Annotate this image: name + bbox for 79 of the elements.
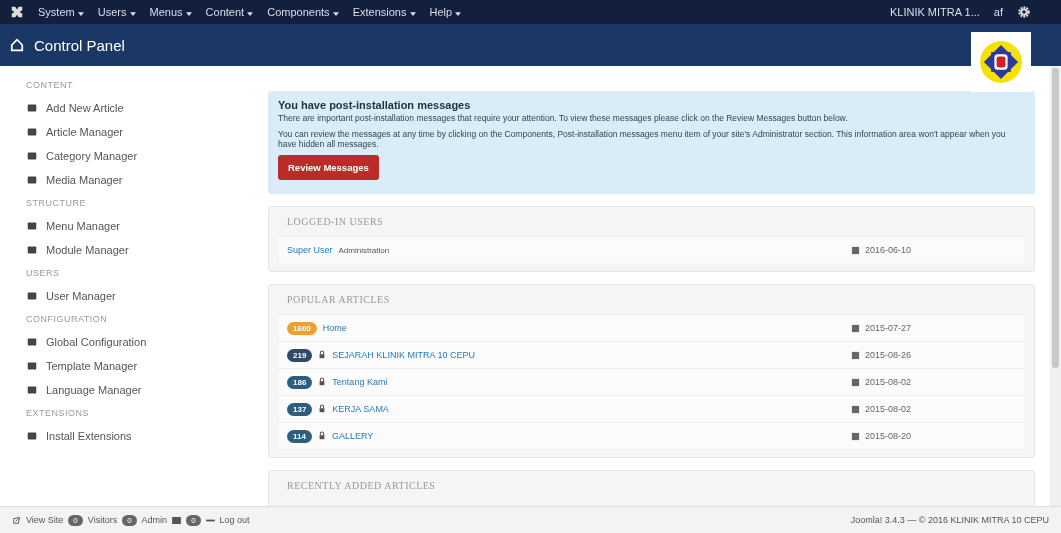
hits-badge: 137: [287, 402, 313, 416]
caret-icon: [129, 12, 136, 16]
article-link[interactable]: Tentang Kami: [332, 377, 388, 387]
hits-badge: 219: [287, 348, 313, 362]
envelope-icon: [172, 516, 182, 524]
caret-icon: [409, 12, 416, 16]
count-badge: 0: [68, 514, 83, 526]
date-text: 2016-06-10: [865, 245, 912, 255]
date-text: 2015-08-26: [865, 350, 912, 360]
sidebar-item[interactable]: Category Manager: [26, 144, 250, 168]
notice-text: There are important post-installation messages that require your attention. To view these messages please click on the Review Messages button below.: [278, 113, 849, 123]
section-heading: STRUCTURE: [26, 198, 87, 208]
joomla-logo-icon[interactable]: [10, 5, 24, 19]
user-role: Administration: [338, 245, 390, 255]
caret-icon: [185, 12, 192, 16]
article-link[interactable]: Home: [322, 323, 347, 333]
review-messages-button[interactable]: Review Messages: [278, 155, 379, 180]
menu-item[interactable]: Menus: [149, 6, 192, 18]
panel-heading: POPULAR ARTICLES: [286, 293, 391, 307]
article-link[interactable]: SEJARAH KLINIK MITRA 10 CEPU: [332, 350, 475, 360]
date-text: 2015-08-20: [865, 431, 912, 441]
article-link[interactable]: GALLERY: [331, 431, 374, 441]
sidebar-item[interactable]: Install Extensions: [26, 424, 250, 448]
scrollbar[interactable]: [1050, 66, 1061, 506]
sidebar-item[interactable]: Media Manager: [26, 168, 250, 192]
user-link[interactable]: Super User: [287, 245, 333, 255]
hits-badge: 114: [287, 429, 312, 443]
page-title: Control Panel: [34, 36, 125, 54]
menu-item[interactable]: Components: [267, 6, 339, 18]
calendar-icon: [851, 245, 860, 255]
logout-link[interactable]: Log out: [219, 515, 250, 525]
article-link[interactable]: KERJA SAMA: [332, 404, 389, 414]
menu-item[interactable]: System: [38, 6, 84, 18]
panel-heading: LOGGED-IN USERS: [286, 215, 385, 229]
sidebar-item[interactable]: User Manager: [26, 284, 250, 308]
sidebar-item[interactable]: Article Manager: [26, 120, 250, 144]
site-suffix[interactable]: af: [993, 6, 1003, 18]
hits-badge: 186: [287, 375, 313, 389]
footer-text: Joomla! 3.4.3 — © 2016 KLINIK MITRA 10 CEPU: [850, 515, 1049, 525]
calendar-icon: [851, 323, 860, 333]
sidebar-item[interactable]: Menu Manager: [26, 214, 250, 238]
caret-icon: [332, 12, 339, 16]
section-heading: CONFIGURATION: [26, 314, 109, 324]
menu-item[interactable]: Help: [429, 6, 462, 18]
menu-item[interactable]: Extensions: [352, 6, 416, 18]
calendar-icon: [851, 404, 860, 414]
sidebar-item[interactable]: Global Configuration: [26, 330, 250, 354]
caret-icon: [77, 12, 84, 16]
sidebar-item[interactable]: Template Manager: [26, 354, 250, 378]
status-label: Admin: [141, 515, 168, 525]
panel-heading: RECENTLY ADDED ARTICLES: [286, 479, 437, 493]
sidebar-item[interactable]: Add New Article: [26, 96, 250, 120]
scrollbar-thumb[interactable]: [1052, 68, 1059, 368]
caret-icon: [455, 12, 462, 16]
site-logo: [971, 32, 1031, 92]
calendar-icon: [851, 431, 860, 441]
date-text: 2015-08-02: [865, 404, 912, 414]
menu-item[interactable]: Content: [205, 6, 254, 18]
notice-title: You have post-installation messages: [278, 99, 472, 111]
section-heading: CONTENT: [26, 80, 74, 90]
count-badge: 0: [186, 514, 201, 526]
notice-text: You can review the messages at any time by clicking on the Components, Post-installation messages menu item of your site's Administrator section. This information area won't appear when you have hidden all messages.: [278, 129, 1007, 149]
calendar-icon: [851, 377, 860, 387]
date-text: 2015-08-02: [865, 377, 912, 387]
sidebar-item[interactable]: Module Manager: [26, 238, 250, 262]
calendar-icon: [851, 350, 860, 360]
count-badge: 0: [122, 514, 137, 526]
sidebar-item[interactable]: Language Manager: [26, 378, 250, 402]
home-icon: [10, 38, 24, 52]
site-link[interactable]: KLINIK MITRA 1...: [889, 6, 980, 18]
caret-icon: [247, 12, 254, 16]
section-heading: USERS: [26, 268, 61, 278]
hits-badge: 1600: [287, 321, 317, 335]
date-text: 2015-07-27: [865, 323, 912, 333]
menu-item[interactable]: Users: [97, 6, 136, 18]
section-heading: EXTENSIONS: [26, 408, 90, 418]
view-site-link[interactable]: View Site: [26, 515, 64, 525]
external-link-icon: [12, 516, 21, 524]
status-label: Visitors: [87, 515, 118, 525]
